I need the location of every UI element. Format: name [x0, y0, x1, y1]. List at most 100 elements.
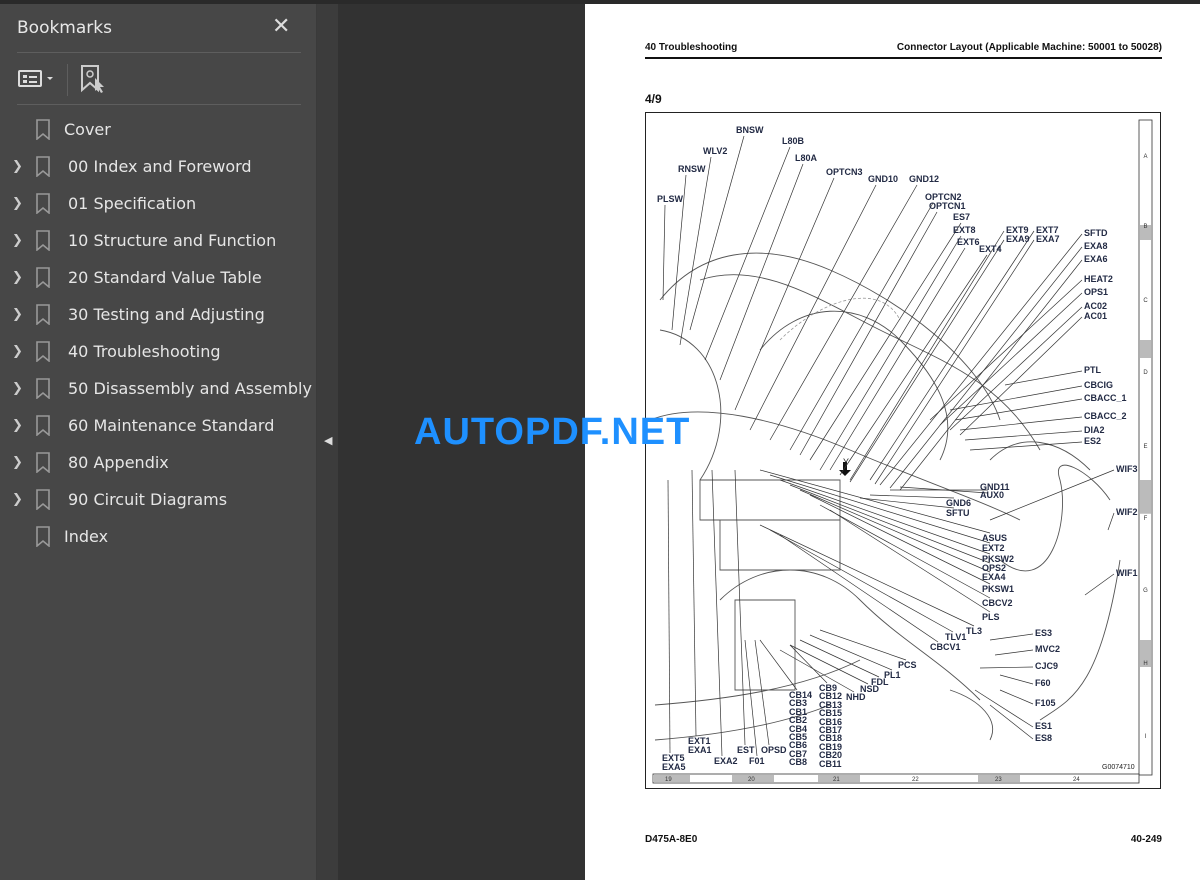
connector-label: HEAT2	[1084, 274, 1113, 284]
figure-page-number: 4/9	[645, 92, 662, 106]
bookmarks-panel: Bookmarks ✕ Cover ❯ 00 Index and Foreword ❯…	[0, 4, 316, 880]
connector-label: EXA5	[662, 762, 686, 772]
bookmark-item[interactable]: ❯ 30 Testing and Adjusting	[0, 296, 316, 333]
chevron-right-icon[interactable]: ❯	[12, 159, 26, 174]
connector-label: CB8	[789, 757, 808, 768]
connector-label: GND10	[868, 174, 899, 184]
bookmark-item[interactable]: ❯ 40 Troubleshooting	[0, 333, 316, 370]
bookmark-item[interactable]: Cover	[0, 111, 316, 148]
bookmark-item[interactable]: ❯ 10 Structure and Function	[0, 222, 316, 259]
bookmark-icon	[36, 119, 50, 140]
bookmark-label: 60 Maintenance Standard	[68, 416, 275, 435]
header-title: Connector Layout (Applicable Machine: 50…	[896, 42, 1162, 53]
connector-label: EXT2	[982, 543, 1005, 553]
connector-label: ES7	[953, 212, 971, 222]
connector-label: RNSW	[678, 164, 706, 174]
bookmark-item[interactable]: ❯ 20 Standard Value Table	[0, 259, 316, 296]
connector-label: CBCV1	[930, 642, 961, 652]
connector-label: F01	[749, 756, 765, 766]
footer-model: D475A-8E0	[645, 834, 698, 845]
bookmark-item[interactable]: ❯ 01 Specification	[0, 185, 316, 222]
bookmark-label: 50 Disassembly and Assembly	[68, 379, 312, 398]
connector-label: OPS1	[1084, 287, 1109, 297]
connector-label: AC02	[1084, 301, 1108, 311]
connector-label: OPTCN3	[826, 167, 863, 177]
connector-label: PTL	[1084, 365, 1101, 375]
connector-label: AUX0	[980, 490, 1005, 500]
bookmark-item[interactable]: ❯ 90 Circuit Diagrams	[0, 481, 316, 518]
connector-label: PCS	[898, 660, 917, 670]
bookmark-item[interactable]: ❯ 80 Appendix	[0, 444, 316, 481]
bookmark-label: 90 Circuit Diagrams	[68, 490, 228, 509]
chevron-right-icon[interactable]: ❯	[12, 492, 26, 507]
bookmark-item[interactable]: ❯ 00 Index and Foreword	[0, 148, 316, 185]
connector-label: L80A	[795, 153, 818, 163]
connector-label: WIF1	[1116, 568, 1138, 578]
close-icon[interactable]: ✕	[272, 14, 290, 39]
connector-label: EXA4	[982, 572, 1006, 582]
connector-label: ES8	[1035, 733, 1053, 743]
connector-label: PLS	[982, 612, 1000, 622]
connector-label: ES2	[1084, 436, 1102, 446]
connector-label: L80B	[782, 136, 805, 146]
connector-label: CBCIG	[1084, 380, 1113, 390]
bookmark-label: 30 Testing and Adjusting	[68, 305, 265, 324]
connector-label: ASUS	[982, 533, 1008, 543]
bookmark-icon	[36, 230, 50, 251]
chevron-right-icon[interactable]: ❯	[12, 270, 26, 285]
chevron-right-icon[interactable]: ❯	[12, 455, 26, 470]
chevron-right-icon[interactable]: ❯	[12, 233, 26, 248]
bookmark-label: 40 Troubleshooting	[68, 342, 221, 361]
bookmark-icon	[36, 341, 50, 362]
diagram-frame	[645, 112, 1161, 789]
connector-label: AC01	[1084, 311, 1108, 321]
bookmark-icon	[36, 304, 50, 325]
bookmark-label: 00 Index and Foreword	[68, 157, 252, 176]
chevron-right-icon[interactable]: ❯	[12, 344, 26, 359]
connector-label: EXA6	[1084, 254, 1108, 264]
connector-label: F60	[1035, 678, 1051, 688]
bookmark-icon	[36, 156, 50, 177]
connector-label: SFTU	[946, 508, 970, 518]
connector-label: NHD	[846, 692, 866, 702]
connector-label: CBCV2	[982, 598, 1013, 608]
bookmark-label: 80 Appendix	[68, 453, 169, 472]
bookmark-icon	[36, 415, 50, 436]
chevron-right-icon[interactable]: ❯	[12, 307, 26, 322]
connector-label: OPSD	[761, 745, 787, 755]
divider	[67, 64, 68, 96]
connector-label: CBACC_1	[1084, 393, 1127, 403]
connector-label: ES3	[1035, 628, 1053, 638]
bookmark-icon	[36, 267, 50, 288]
chevron-right-icon[interactable]: ❯	[12, 381, 26, 396]
bookmark-cursor-icon	[81, 65, 104, 93]
footer-page: 40-249	[1130, 834, 1162, 845]
bookmark-label: 01 Specification	[68, 194, 197, 213]
panel-title: Bookmarks	[17, 18, 112, 38]
chevron-right-icon[interactable]: ❯	[12, 196, 26, 211]
list-options-icon	[18, 70, 53, 87]
connector-label: EXA1	[688, 745, 712, 755]
bookmark-icon	[36, 378, 50, 399]
header-rule	[645, 57, 1162, 59]
connector-label: EXT6	[957, 237, 980, 247]
connector-label: ES1	[1035, 721, 1053, 731]
connector-label: WLV2	[703, 146, 728, 156]
bookmark-item[interactable]: ❯ 60 Maintenance Standard	[0, 407, 316, 444]
find-bookmark-button[interactable]	[80, 64, 106, 98]
connector-label: MVC2	[1035, 644, 1061, 654]
connector-label: EST	[737, 745, 755, 755]
bookmark-icon	[36, 526, 50, 547]
bookmark-item[interactable]: Index	[0, 518, 316, 555]
options-menu-button[interactable]	[18, 67, 58, 93]
connector-label: DIA2	[1084, 425, 1105, 435]
connector-label: SFTD	[1084, 228, 1108, 238]
divider	[17, 52, 301, 53]
connector-label: WIF3	[1116, 464, 1138, 474]
connector-label: PLSW	[657, 194, 683, 204]
bookmark-item[interactable]: ❯ 50 Disassembly and Assembly	[0, 370, 316, 407]
chevron-right-icon[interactable]: ❯	[12, 418, 26, 433]
collapse-panel-icon[interactable]: ◀	[324, 434, 332, 447]
connector-label: BNSW	[736, 125, 764, 135]
connector-label: WIF2	[1116, 507, 1138, 517]
